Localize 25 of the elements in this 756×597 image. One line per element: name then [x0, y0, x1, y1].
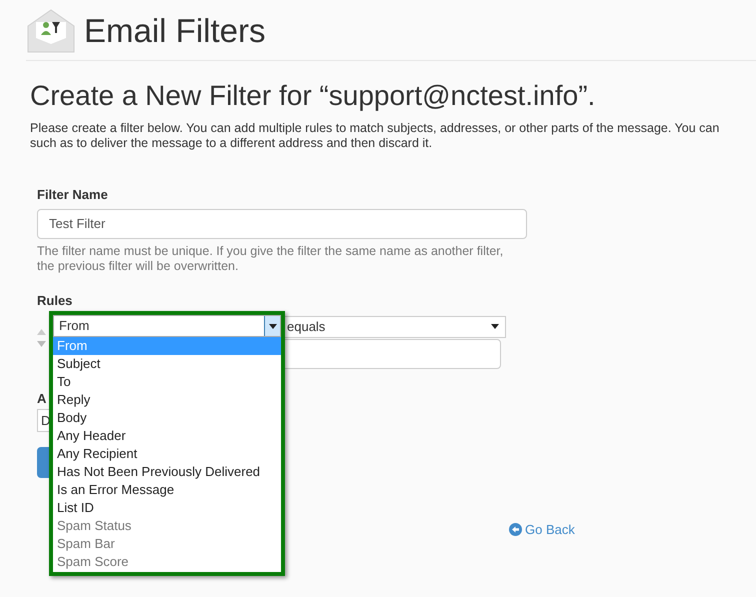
dropdown-option[interactable]: Is an Error Message: [53, 481, 281, 499]
filter-name-input[interactable]: Test Filter: [37, 208, 527, 238]
description-text: Please create a filter below. You can add multiple rules to match subjects, addresses, or other parts of the message. You can: [30, 121, 720, 136]
help-text: The filter name must be unique. If you give the filter the same name as another filter, the previous filter will be overwritten.: [37, 244, 504, 274]
field-label: Rules: [37, 292, 72, 308]
move-up-icon[interactable]: [37, 328, 46, 334]
dropdown-option[interactable]: To: [53, 373, 281, 391]
dropdown-option[interactable]: List ID: [53, 499, 281, 517]
section-heading: Create a New Filter for “support@nctest.info”.: [30, 79, 596, 113]
caret-icon: [268, 324, 276, 328]
field-label: A: [37, 390, 46, 408]
move-down-icon[interactable]: [37, 340, 46, 346]
field-select[interactable]: From: [53, 315, 281, 337]
dropdown-arrow-button[interactable]: [264, 316, 280, 336]
page-title: Email Filters: [84, 14, 266, 47]
field-label: Filter Name: [37, 186, 108, 204]
dropdown-option[interactable]: Reply: [53, 391, 281, 409]
dropdown-option[interactable]: Subject: [53, 355, 281, 373]
description-text: such as to deliver the message to a different address and then discard it.: [30, 136, 434, 151]
envelope-filter-icon: [26, 8, 76, 54]
dropdown-option[interactable]: Body: [53, 409, 281, 427]
dropdown-option[interactable]: Any Recipient: [53, 445, 281, 463]
dropdown-option[interactable]: Has Not Been Previously Delivered: [53, 463, 281, 481]
dropdown-option[interactable]: Any Header: [53, 427, 281, 445]
caret-icon: [491, 324, 499, 329]
